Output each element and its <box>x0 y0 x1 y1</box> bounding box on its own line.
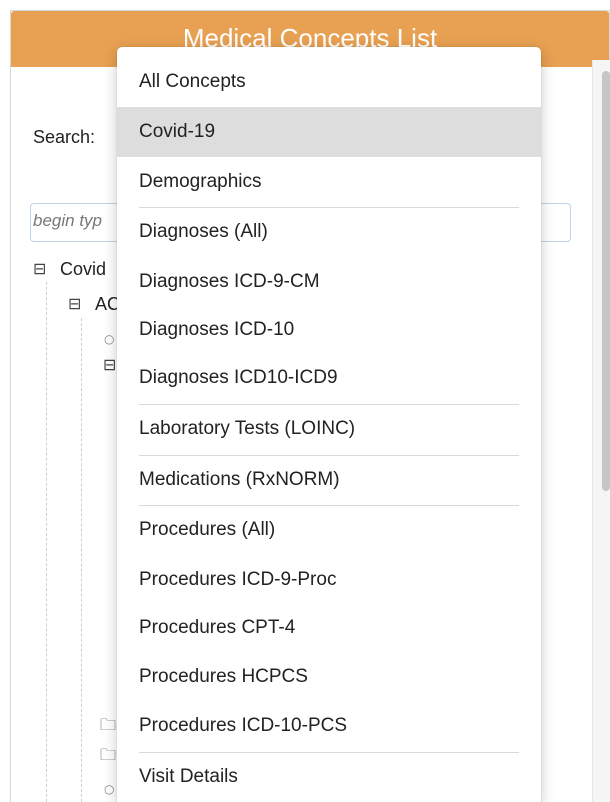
tree-item-covid[interactable]: Covid <box>60 258 106 280</box>
dropdown-option-procedures-icd10pcs[interactable]: Procedures ICD-10-PCS <box>117 701 541 751</box>
dropdown-option-procedures-hcpcs[interactable]: Procedures HCPCS <box>117 652 541 702</box>
collapse-icon[interactable]: ⊟ <box>33 260 46 278</box>
folder-icon[interactable]: 🗀 <box>100 716 116 734</box>
dropdown-option-covid-19[interactable]: Covid-19 <box>117 107 541 157</box>
search-label: Search: <box>33 127 96 147</box>
dropdown-option-procedures-cpt4[interactable]: Procedures CPT-4 <box>117 603 541 653</box>
collapse-icon[interactable]: ⊟ <box>103 356 116 374</box>
collapse-icon[interactable]: ⊟ <box>68 295 81 313</box>
dropdown-option-diagnoses-all[interactable]: Diagnoses (All) <box>117 207 541 257</box>
panel-scrollbar[interactable] <box>592 60 610 802</box>
dropdown-option-medications[interactable]: Medications (RxNORM) <box>117 455 541 505</box>
dropdown-option-diagnoses-icd9cm[interactable]: Diagnoses ICD-9-CM <box>117 257 541 307</box>
tree-guide-line <box>81 318 82 802</box>
folder-icon[interactable]: 🗀 <box>100 746 116 764</box>
dropdown-option-diagnoses-icd10-icd9[interactable]: Diagnoses ICD10-ICD9 <box>117 353 541 403</box>
dropdown-option-demographics[interactable]: Demographics <box>117 157 541 207</box>
tree-guide-line <box>46 282 47 802</box>
bullet-icon: ○ <box>104 782 115 796</box>
dropdown-option-laboratory-tests[interactable]: Laboratory Tests (LOINC) <box>117 404 541 454</box>
dropdown-option-procedures-all[interactable]: Procedures (All) <box>117 505 541 555</box>
dropdown-option-procedures-icd9proc[interactable]: Procedures ICD-9-Proc <box>117 555 541 605</box>
dropdown-option-diagnoses-icd10[interactable]: Diagnoses ICD-10 <box>117 305 541 355</box>
dropdown-option-all-concepts[interactable]: All Concepts <box>117 57 541 107</box>
bullet-icon: ○ <box>104 332 115 346</box>
scrollbar-thumb[interactable] <box>602 71 610 491</box>
search-placeholder: begin typ <box>33 211 102 230</box>
dropdown-option-visit-details[interactable]: Visit Details <box>117 752 541 802</box>
concept-dropdown-menu[interactable]: All Concepts Covid-19 Demographics Diagn… <box>117 47 541 802</box>
